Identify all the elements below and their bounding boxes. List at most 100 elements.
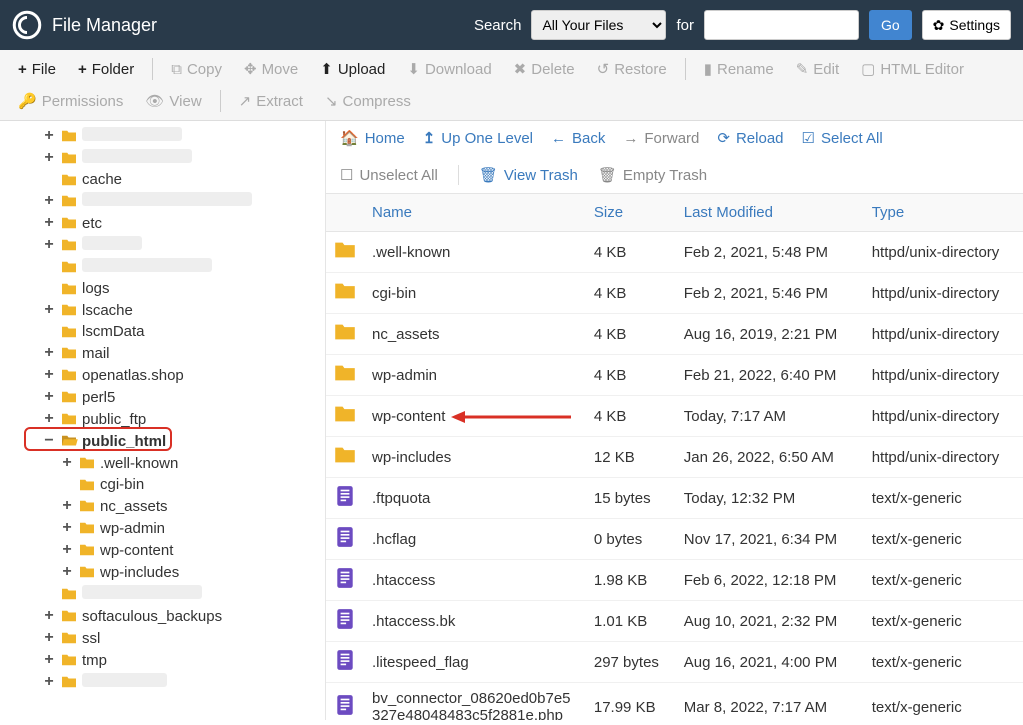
expander-icon[interactable]: + bbox=[42, 192, 56, 210]
expander-icon[interactable]: + bbox=[60, 563, 74, 581]
reload-button[interactable]: ⟳Reload bbox=[717, 129, 783, 147]
expander-icon[interactable]: + bbox=[42, 236, 56, 254]
settings-button[interactable]: ✿ Settings bbox=[922, 10, 1011, 40]
check-icon: ☑ bbox=[802, 129, 815, 147]
table-row[interactable]: wp-content4 KBToday, 7:17 AMhttpd/unix-d… bbox=[326, 396, 1023, 437]
rename-button[interactable]: ▮Rename bbox=[694, 54, 784, 84]
tree-item[interactable]: + bbox=[4, 190, 325, 212]
trash-icon: 🗑 bbox=[598, 166, 617, 184]
tree-item[interactable] bbox=[4, 256, 325, 278]
forward-button[interactable]: →Forward bbox=[623, 130, 699, 147]
tree-item[interactable]: +mail bbox=[4, 342, 325, 364]
tree-item[interactable]: +nc_assets bbox=[4, 495, 325, 517]
search-input[interactable] bbox=[704, 10, 859, 40]
delete-icon: ✖ bbox=[514, 60, 527, 78]
expander-icon[interactable]: + bbox=[42, 607, 56, 625]
tree-item[interactable]: +.well-known bbox=[4, 452, 325, 474]
tree-item[interactable]: cache bbox=[4, 169, 325, 190]
file-type: httpd/unix-directory bbox=[864, 437, 1023, 478]
folder-tree[interactable]: ++cache++etc+logs+lscachelscmData+mail+o… bbox=[0, 121, 326, 720]
file-table[interactable]: Name Size Last Modified Type .well-known… bbox=[326, 194, 1023, 720]
table-row[interactable]: .litespeed_flag297 bytesAug 16, 2021, 4:… bbox=[326, 642, 1023, 683]
extract-button[interactable]: ↗Extract bbox=[229, 86, 313, 116]
tree-item[interactable]: +ssl bbox=[4, 627, 325, 649]
tree-item[interactable]: + bbox=[4, 671, 325, 693]
folder-icon bbox=[60, 303, 78, 317]
table-row[interactable]: .ftpquota15 bytesToday, 12:32 PMtext/x-g… bbox=[326, 478, 1023, 519]
move-button[interactable]: ✥Move bbox=[234, 54, 308, 84]
table-row[interactable]: .htaccess1.98 KBFeb 6, 2022, 12:18 PMtex… bbox=[326, 560, 1023, 601]
tree-item[interactable]: cgi-bin bbox=[4, 474, 325, 495]
download-button[interactable]: ⬇Download bbox=[397, 54, 501, 84]
table-row[interactable]: .hcflag0 bytesNov 17, 2021, 6:34 PMtext/… bbox=[326, 519, 1023, 560]
table-row[interactable]: .well-known4 KBFeb 2, 2021, 5:48 PMhttpd… bbox=[326, 232, 1023, 273]
tree-item[interactable]: lscmData bbox=[4, 321, 325, 342]
copy-button[interactable]: ⧉Copy bbox=[161, 54, 232, 84]
table-row[interactable]: wp-includes12 KBJan 26, 2022, 6:50 AMhtt… bbox=[326, 437, 1023, 478]
expander-icon[interactable]: + bbox=[42, 214, 56, 232]
compress-button[interactable]: ↘Compress bbox=[315, 86, 421, 116]
expander-icon[interactable]: + bbox=[42, 673, 56, 691]
expander-icon[interactable]: + bbox=[42, 366, 56, 384]
col-modified[interactable]: Last Modified bbox=[676, 194, 864, 232]
view-button[interactable]: 👁View bbox=[135, 86, 211, 116]
tree-item[interactable]: +tmp bbox=[4, 649, 325, 671]
expander-icon[interactable]: + bbox=[42, 388, 56, 406]
table-row[interactable]: bv_connector_08620ed0b7e5327e48048483c5f… bbox=[326, 683, 1023, 721]
select-all-button[interactable]: ☑Select All bbox=[802, 129, 883, 147]
expander-icon[interactable]: + bbox=[42, 651, 56, 669]
folder-icon bbox=[60, 129, 78, 143]
home-button[interactable]: 🏠Home bbox=[340, 129, 405, 147]
upload-button[interactable]: ⬆Upload bbox=[310, 54, 395, 84]
expander-icon[interactable]: + bbox=[42, 127, 56, 145]
expander-icon[interactable]: + bbox=[60, 497, 74, 515]
restore-button[interactable]: ↺Restore bbox=[587, 54, 677, 84]
file-icon bbox=[334, 567, 356, 589]
delete-button[interactable]: ✖Delete bbox=[504, 54, 585, 84]
tree-item[interactable]: + bbox=[4, 125, 325, 147]
tree-item[interactable]: + lscache bbox=[4, 299, 325, 321]
col-size[interactable]: Size bbox=[586, 194, 676, 232]
edit-button[interactable]: ✎Edit bbox=[786, 54, 849, 84]
expander-icon[interactable]: + bbox=[60, 541, 74, 559]
view-trash-button[interactable]: 🗑View Trash bbox=[479, 165, 578, 185]
unselect-all-button[interactable]: ☐Unselect All bbox=[340, 165, 438, 185]
search-scope-select[interactable]: All Your Files bbox=[531, 10, 666, 40]
table-row[interactable]: wp-admin4 KBFeb 21, 2022, 6:40 PMhttpd/u… bbox=[326, 355, 1023, 396]
table-row[interactable]: nc_assets4 KBAug 16, 2019, 2:21 PMhttpd/… bbox=[326, 314, 1023, 355]
tree-item[interactable]: + bbox=[4, 147, 325, 169]
tree-item[interactable] bbox=[4, 583, 325, 605]
tree-item[interactable]: +softaculous_backups bbox=[4, 605, 325, 627]
tree-item[interactable]: +wp-admin bbox=[4, 517, 325, 539]
new-folder-button[interactable]: +Folder bbox=[68, 54, 144, 84]
expander-icon[interactable]: + bbox=[60, 454, 74, 472]
expander-icon[interactable]: + bbox=[42, 410, 56, 428]
expander-icon[interactable]: + bbox=[42, 149, 56, 167]
table-row[interactable]: cgi-bin4 KBFeb 2, 2021, 5:46 PMhttpd/uni… bbox=[326, 273, 1023, 314]
tree-label: lscache bbox=[82, 302, 133, 319]
tree-item[interactable]: +openatlas.shop bbox=[4, 364, 325, 386]
tree-item[interactable]: +wp-content bbox=[4, 539, 325, 561]
empty-trash-button[interactable]: 🗑Empty Trash bbox=[598, 165, 707, 185]
col-name[interactable]: Name bbox=[364, 194, 586, 232]
expander-icon[interactable]: + bbox=[42, 301, 56, 319]
permissions-button[interactable]: 🔑Permissions bbox=[8, 86, 133, 116]
tree-item[interactable]: + bbox=[4, 234, 325, 256]
logo: File Manager bbox=[12, 10, 157, 40]
compress-icon: ↘ bbox=[325, 92, 338, 110]
table-row[interactable]: .htaccess.bk1.01 KBAug 10, 2021, 2:32 PM… bbox=[326, 601, 1023, 642]
folder-icon bbox=[60, 390, 78, 404]
tree-item[interactable]: +wp-includes bbox=[4, 561, 325, 583]
expander-icon[interactable]: + bbox=[60, 519, 74, 537]
tree-item[interactable]: +perl5 bbox=[4, 386, 325, 408]
expander-icon[interactable]: + bbox=[42, 629, 56, 647]
col-type[interactable]: Type bbox=[864, 194, 1023, 232]
tree-item[interactable]: +etc bbox=[4, 212, 325, 234]
html-editor-button[interactable]: ▢HTML Editor bbox=[851, 54, 974, 84]
back-button[interactable]: ←Back bbox=[551, 130, 605, 147]
go-button[interactable]: Go bbox=[869, 10, 912, 40]
expander-icon[interactable]: + bbox=[42, 344, 56, 362]
up-one-level-button[interactable]: ↥Up One Level bbox=[423, 129, 533, 147]
new-file-button[interactable]: +File bbox=[8, 54, 66, 84]
tree-item[interactable]: logs bbox=[4, 278, 325, 299]
